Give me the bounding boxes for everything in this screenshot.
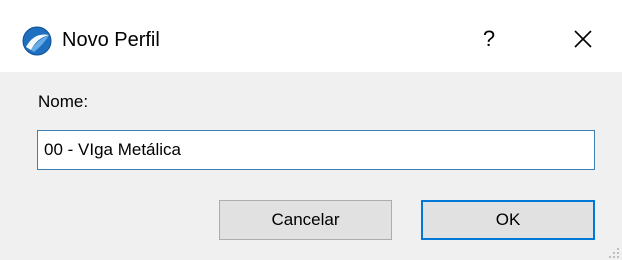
help-button[interactable]: ? — [474, 20, 504, 58]
cancel-button[interactable]: Cancelar — [219, 200, 392, 240]
title-bar: Novo Perfil ? — [0, 0, 622, 72]
window-title: Novo Perfil — [62, 29, 160, 51]
ok-button[interactable]: OK — [421, 200, 595, 240]
name-input[interactable] — [37, 130, 595, 170]
app-logo-icon — [22, 26, 52, 56]
name-label: Nome: — [38, 92, 89, 111]
dialog-window: Novo Perfil ? Nome: Cancelar OK — [0, 0, 622, 260]
close-button[interactable] — [566, 22, 600, 56]
resize-grip-icon[interactable] — [608, 246, 620, 258]
close-icon — [574, 30, 592, 48]
